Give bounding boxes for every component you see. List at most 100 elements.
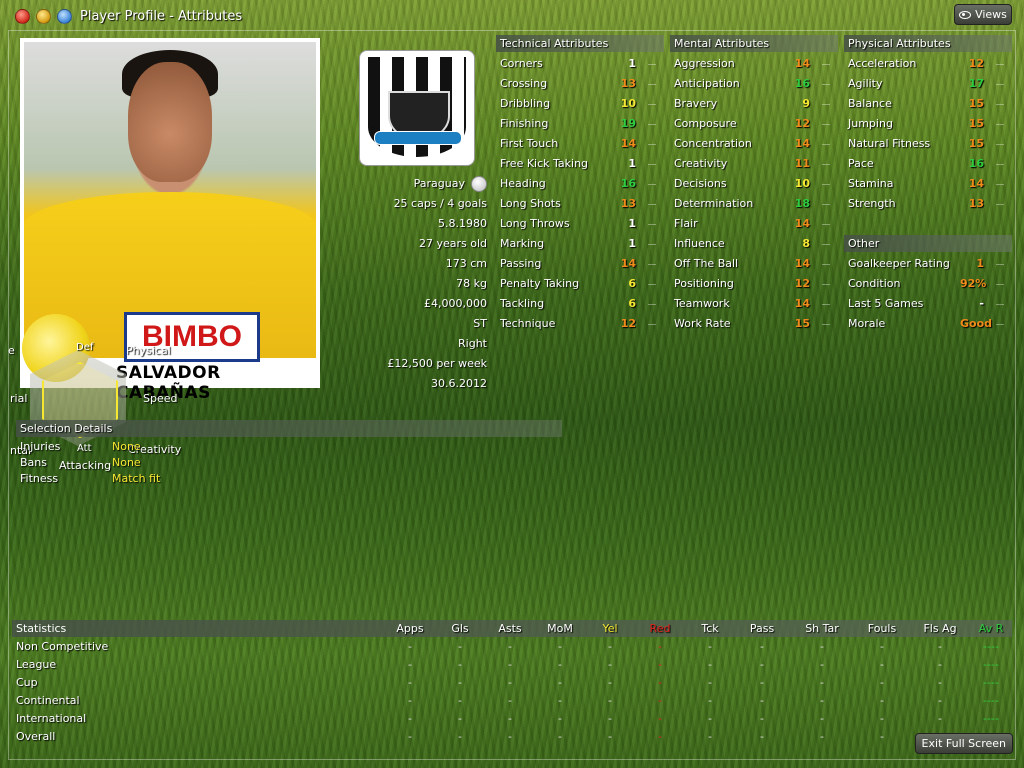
physical-attribute-row[interactable]: Natural Fitness 15 <box>844 134 1008 154</box>
statistics-column-header[interactable]: Red <box>635 620 685 637</box>
mental-attribute-row[interactable]: Flair 14 <box>670 214 834 234</box>
technical-attribute-row[interactable]: Marking 1 <box>496 234 660 254</box>
statistics-row[interactable]: Cup - - - - - - - - - - - ---- <box>12 674 1012 692</box>
technical-attribute-row[interactable]: First Touch 14 <box>496 134 660 154</box>
date-of-birth: 5.8.1980 <box>438 217 487 230</box>
views-button[interactable]: Views <box>954 4 1012 25</box>
attribute-change-marker <box>822 64 830 65</box>
technical-attribute-row[interactable]: Technique 12 <box>496 314 660 334</box>
technical-attribute-row[interactable]: Long Throws 1 <box>496 214 660 234</box>
statistics-row[interactable]: Overall--------------- <box>12 728 1012 746</box>
technical-attribute-row[interactable]: Free Kick Taking 1 <box>496 154 660 174</box>
other-attribute-row[interactable]: Condition 92% <box>844 274 1008 294</box>
attribute-name: Work Rate <box>674 317 731 330</box>
statistics-column-header[interactable]: Pass <box>737 620 787 637</box>
technical-attribute-row[interactable]: Corners 1 <box>496 54 660 74</box>
mental-attribute-row[interactable]: Creativity 11 <box>670 154 834 174</box>
zoom-window-button[interactable] <box>57 9 72 24</box>
title-bar: Player Profile - Attributes Views <box>0 0 1024 32</box>
statistics-cell: - <box>558 712 562 725</box>
physical-attribute-row[interactable]: Balance 15 <box>844 94 1008 114</box>
mental-attribute-row[interactable]: Concentration 14 <box>670 134 834 154</box>
physical-attribute-row[interactable]: Stamina 14 <box>844 174 1008 194</box>
statistics-column-header[interactable]: Asts <box>485 620 535 637</box>
mental-attribute-row[interactable]: Composure 12 <box>670 114 834 134</box>
statistics-column-header[interactable]: Av R <box>966 620 1016 637</box>
statistics-cell: - <box>708 658 712 671</box>
statistics-cell: - <box>658 658 662 671</box>
technical-attribute-row[interactable]: Long Shots 13 <box>496 194 660 214</box>
attribute-change-marker <box>822 264 830 265</box>
mental-attribute-row[interactable]: Anticipation 16 <box>670 74 834 94</box>
mental-attribute-row[interactable]: Influence 8 <box>670 234 834 254</box>
attribute-name: Crossing <box>500 77 548 90</box>
statistics-cell: - <box>820 694 824 707</box>
exit-full-screen-button[interactable]: Exit Full Screen <box>914 733 1013 754</box>
club-badge[interactable] <box>359 50 475 166</box>
mental-attribute-row[interactable]: Off The Ball 14 <box>670 254 834 274</box>
attribute-name: Agility <box>848 77 883 90</box>
mental-attribute-row[interactable]: Decisions 10 <box>670 174 834 194</box>
statistics-column-header[interactable]: Yel <box>585 620 635 637</box>
mental-attribute-row[interactable]: Positioning 12 <box>670 274 834 294</box>
attribute-value: 14 <box>620 137 636 150</box>
selection-details-header: Selection Details <box>16 420 562 437</box>
statistics-title: Statistics <box>16 622 67 635</box>
physical-attribute-row[interactable]: Pace 16 <box>844 154 1008 174</box>
attribute-value: 14 <box>794 57 810 70</box>
selection-value: None <box>112 440 141 453</box>
physical-attribute-row[interactable]: Strength 13 <box>844 194 1008 214</box>
statistics-column-header[interactable]: Fouls <box>857 620 907 637</box>
statistics-column-header[interactable]: Fls Ag <box>915 620 965 637</box>
statistics-column-header[interactable]: Gls <box>435 620 485 637</box>
technical-attribute-row[interactable]: Dribbling 10 <box>496 94 660 114</box>
technical-attribute-row[interactable]: Tackling 6 <box>496 294 660 314</box>
attribute-value: 12 <box>794 117 810 130</box>
technical-attribute-row[interactable]: Penalty Taking 6 <box>496 274 660 294</box>
attribute-change-marker <box>996 324 1004 325</box>
statistics-column-header[interactable]: Tck <box>685 620 735 637</box>
attribute-change-marker <box>996 264 1004 265</box>
physical-attribute-row[interactable]: Agility 17 <box>844 74 1008 94</box>
physical-attribute-row[interactable]: Acceleration 12 <box>844 54 1008 74</box>
statistics-cell: - <box>938 712 942 725</box>
statistics-column-header[interactable]: MoM <box>535 620 585 637</box>
mental-attribute-row[interactable]: Work Rate 15 <box>670 314 834 334</box>
attribute-name: Off The Ball <box>674 257 739 270</box>
attribute-change-marker <box>822 124 830 125</box>
other-attribute-row[interactable]: Morale Good <box>844 314 1008 334</box>
technical-attribute-row[interactable]: Finishing 19 <box>496 114 660 134</box>
other-attribute-row[interactable]: Goalkeeper Rating 1 <box>844 254 1008 274</box>
attribute-change-marker <box>648 304 656 305</box>
statistics-cell: - <box>608 712 612 725</box>
nationality-row[interactable]: Paraguay <box>330 176 487 196</box>
statistics-row[interactable]: Continental - - - - - - - - - - - ---- <box>12 692 1012 710</box>
physical-attribute-row[interactable]: Jumping 15 <box>844 114 1008 134</box>
technical-attribute-row[interactable]: Crossing 13 <box>496 74 660 94</box>
statistics-cell: - <box>760 640 764 653</box>
other-attribute-row[interactable]: Last 5 Games - <box>844 294 1008 314</box>
mental-attribute-row[interactable]: Teamwork 14 <box>670 294 834 314</box>
attribute-name: Jumping <box>848 117 893 130</box>
statistics-cell: - <box>508 676 512 689</box>
statistics-cell: ---- <box>983 694 999 707</box>
statistics-column-header[interactable]: Sh Tar <box>797 620 847 637</box>
attribute-value: 19 <box>620 117 636 130</box>
technical-attribute-row[interactable]: Heading 16 <box>496 174 660 194</box>
statistics-row[interactable]: League - - - - - - - - - - - ---- <box>12 656 1012 674</box>
mental-attribute-row[interactable]: Bravery 9 <box>670 94 834 114</box>
nation-flag-icon <box>471 176 487 192</box>
physical-header: Physical Attributes <box>844 35 1012 52</box>
attribute-value: - <box>979 297 984 310</box>
attribute-value: 8 <box>802 237 810 250</box>
statistics-row[interactable]: International - - - - - - - - - - - ---- <box>12 710 1012 728</box>
statistics-column-header[interactable]: Apps <box>385 620 435 637</box>
statistics-row[interactable]: Non Competitive - - - - - - - - - - - ---- <box>12 638 1012 656</box>
nationality: Paraguay <box>413 177 465 190</box>
close-window-button[interactable] <box>15 9 30 24</box>
mental-attribute-row[interactable]: Determination 18 <box>670 194 834 214</box>
technical-attribute-row[interactable]: Passing 14 <box>496 254 660 274</box>
minimize-window-button[interactable] <box>36 9 51 24</box>
mental-attribute-row[interactable]: Aggression 14 <box>670 54 834 74</box>
attribute-value: 14 <box>794 297 810 310</box>
